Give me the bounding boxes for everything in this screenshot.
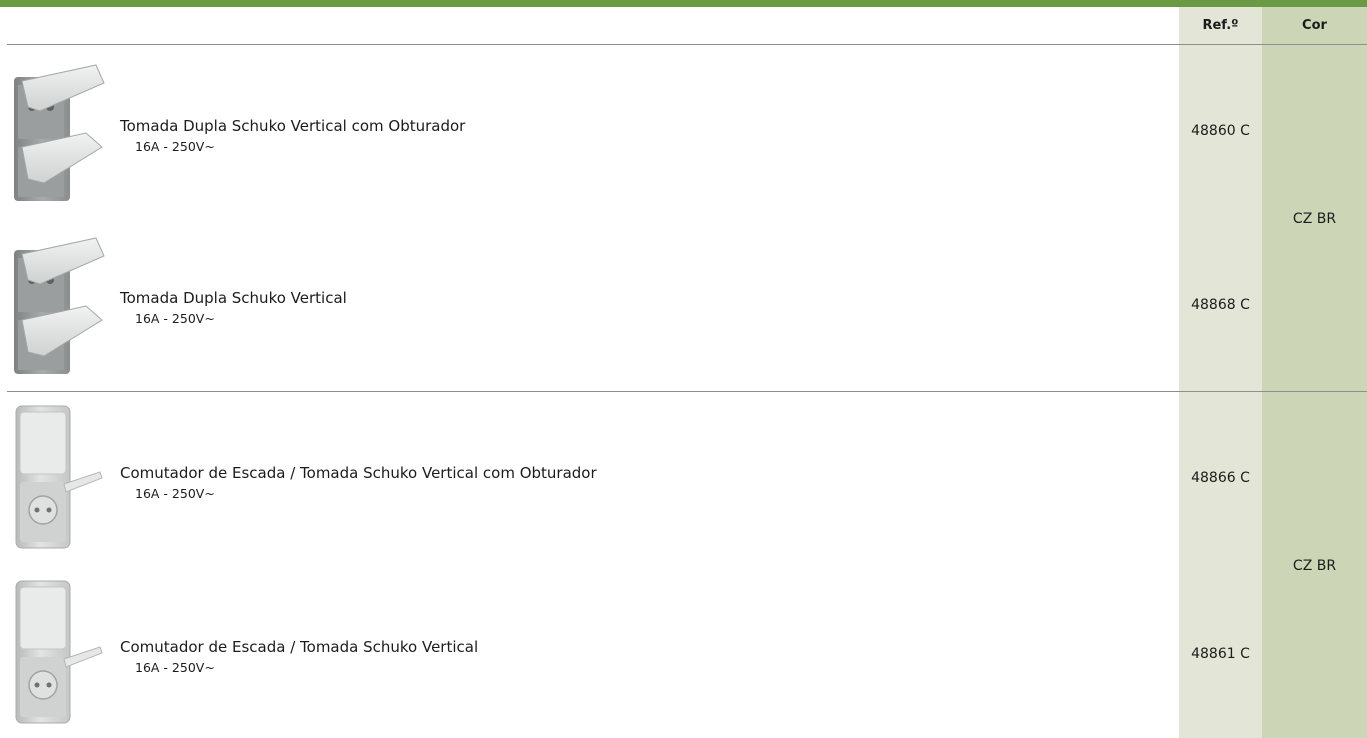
product-ref: 48861 C — [1191, 646, 1250, 662]
switch-socket-image — [8, 577, 114, 727]
product-name: Tomada Dupla Schuko Vertical — [120, 289, 347, 307]
group-divider — [7, 391, 1367, 392]
product-spec: 16A - 250V~ — [135, 660, 215, 675]
product-ref: 48866 C — [1191, 470, 1250, 486]
product-ref: 48868 C — [1191, 297, 1250, 313]
product-spec: 16A - 250V~ — [135, 311, 215, 326]
top-accent-bar — [0, 0, 1367, 7]
ref-column-header: Ref.º — [1202, 18, 1239, 33]
group-color: CZ BR — [1292, 211, 1337, 227]
product-name: Tomada Dupla Schuko Vertical com Obturad… — [120, 117, 466, 135]
color-column-header: Cor — [1302, 18, 1327, 33]
double-socket-image — [8, 55, 114, 205]
product-spec: 16A - 250V~ — [135, 139, 215, 154]
ref-column-background — [1179, 7, 1262, 738]
color-column-background — [1262, 7, 1367, 738]
product-name: Comutador de Escada / Tomada Schuko Vert… — [120, 638, 479, 656]
double-socket-image — [8, 228, 114, 378]
product-name: Comutador de Escada / Tomada Schuko Vert… — [120, 464, 597, 482]
switch-socket-image — [8, 402, 114, 552]
header-divider — [7, 44, 1367, 45]
product-ref: 48860 C — [1191, 123, 1250, 139]
product-spec: 16A - 250V~ — [135, 486, 215, 501]
group-color: CZ BR — [1292, 558, 1337, 574]
